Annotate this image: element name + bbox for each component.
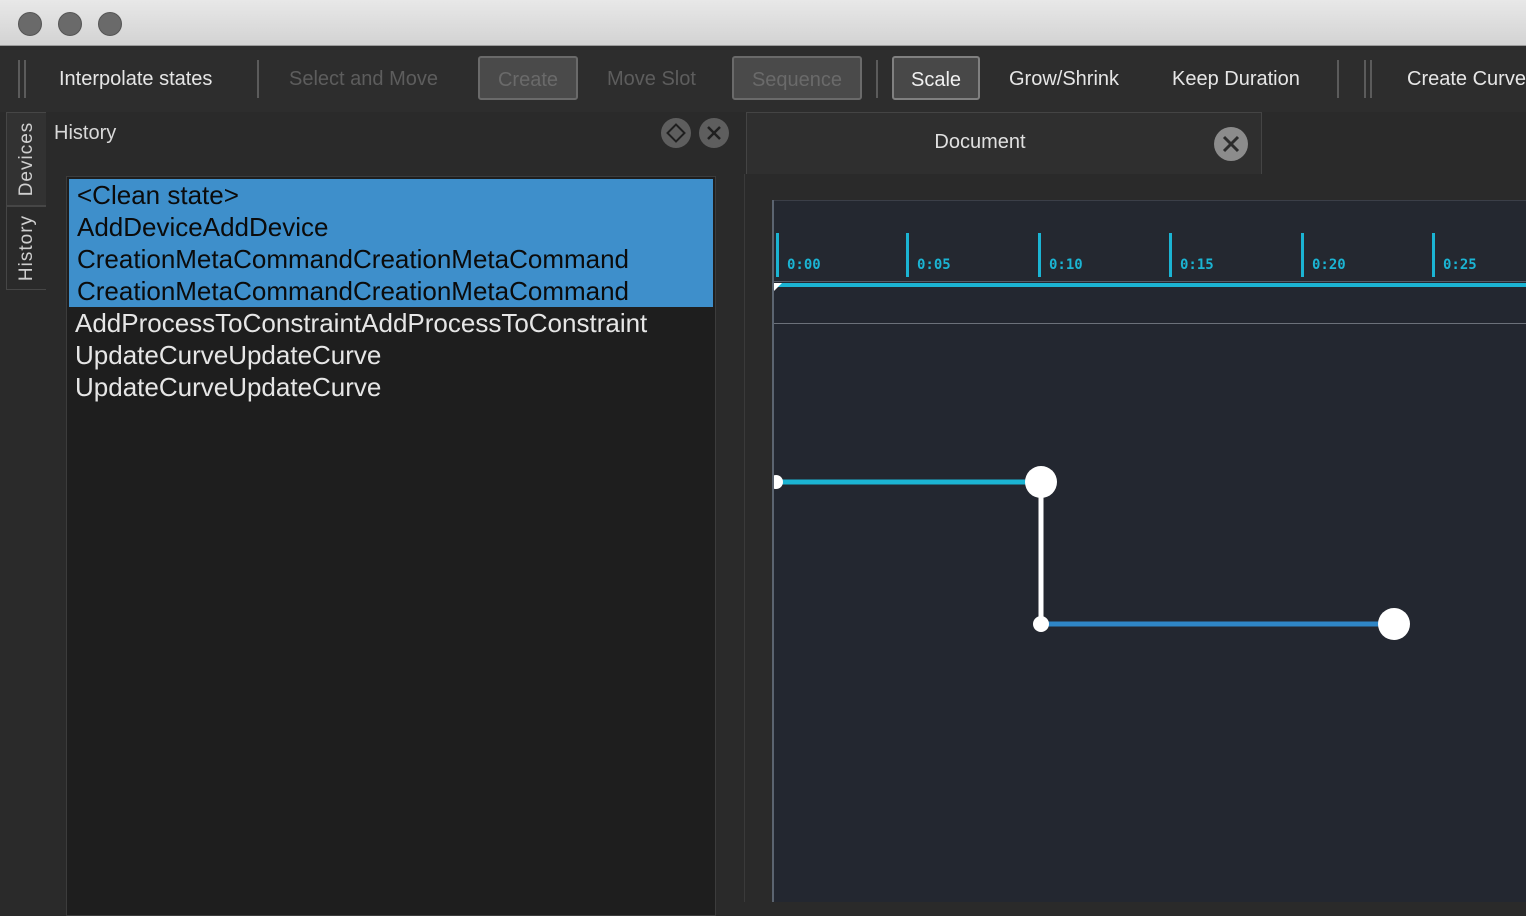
toolbar-grip <box>1364 60 1366 98</box>
tab-history[interactable]: History <box>6 206 46 290</box>
close-icon <box>707 126 721 140</box>
toolbar-separator <box>1337 60 1339 98</box>
toolbar-separator <box>257 60 259 98</box>
document-tab-label: Document <box>934 131 1026 153</box>
toolbar-separator <box>876 60 878 98</box>
keep-duration-button[interactable]: Keep Duration <box>1172 56 1300 102</box>
close-panel-button[interactable] <box>699 118 729 148</box>
move-slot-button[interactable]: Move Slot <box>607 56 696 102</box>
curve-point[interactable] <box>1378 608 1410 640</box>
history-panel-title: History <box>54 122 117 144</box>
tab-devices[interactable]: Devices <box>6 112 46 206</box>
history-item[interactable]: AddDeviceAddDevice <box>69 211 713 243</box>
history-item[interactable]: UpdateCurveUpdateCurve <box>67 339 713 371</box>
history-item[interactable]: <Clean state> <box>69 179 713 211</box>
grow-shrink-button[interactable]: Grow/Shrink <box>1009 56 1119 102</box>
history-item[interactable]: CreationMetaCommandCreationMetaCommand <box>69 243 713 275</box>
zoom-window-button[interactable] <box>98 12 122 36</box>
tab-history-label: History <box>15 214 37 282</box>
scale-button[interactable]: Scale <box>892 56 980 100</box>
create-button[interactable]: Create <box>478 56 578 100</box>
create-curve-button[interactable]: Create Curve <box>1407 56 1526 102</box>
close-document-button[interactable] <box>1214 127 1248 161</box>
history-list[interactable]: <Clean state> AddDeviceAddDevice Creatio… <box>66 176 716 916</box>
window-titlebar <box>0 0 1526 46</box>
toolbar: Interpolate states Select and Move Creat… <box>0 46 1526 112</box>
curve-point[interactable] <box>1033 616 1049 632</box>
timeline-view[interactable]: 0:00 0:05 0:10 0:15 0:20 0:25 <box>772 200 1526 902</box>
interpolate-states-button[interactable]: Interpolate states <box>59 56 212 102</box>
history-item[interactable]: CreationMetaCommandCreationMetaCommand <box>69 275 713 307</box>
close-icon <box>1222 135 1240 153</box>
close-window-button[interactable] <box>18 12 42 36</box>
select-and-move-button[interactable]: Select and Move <box>289 56 438 102</box>
toolbar-grip <box>24 60 26 98</box>
float-icon <box>666 123 686 143</box>
curve-point[interactable] <box>1025 466 1057 498</box>
curve-point[interactable] <box>774 475 783 489</box>
history-item[interactable]: UpdateCurveUpdateCurve <box>67 371 713 403</box>
tab-document[interactable]: Document <box>746 112 1262 174</box>
side-tab-strip: Devices History <box>0 112 46 902</box>
history-item[interactable]: AddProcessToConstraintAddProcessToConstr… <box>67 307 713 339</box>
toolbar-grip <box>1370 60 1372 98</box>
minimize-window-button[interactable] <box>58 12 82 36</box>
float-panel-button[interactable] <box>661 118 691 148</box>
sequence-button[interactable]: Sequence <box>732 56 862 100</box>
toolbar-grip <box>18 60 20 98</box>
automation-curve[interactable] <box>774 200 1526 902</box>
tab-devices-label: Devices <box>15 121 37 197</box>
